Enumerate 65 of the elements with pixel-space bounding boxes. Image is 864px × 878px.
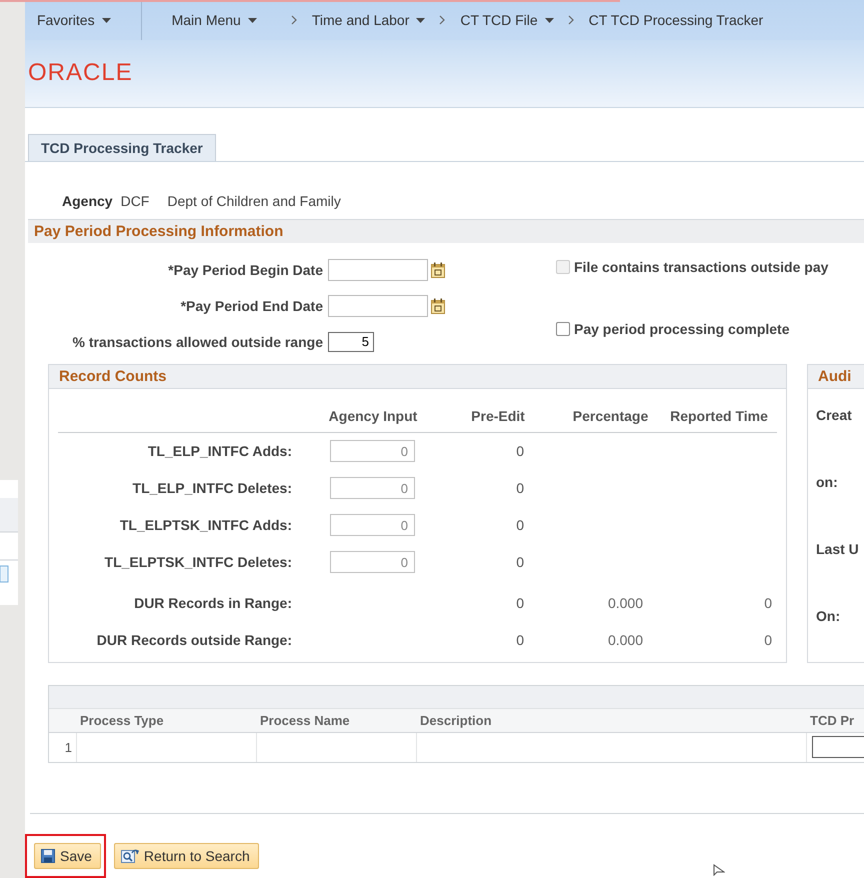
column-header: Pre-Edit [470, 408, 526, 424]
search-icon [120, 848, 139, 864]
table-cell: 0 [516, 443, 524, 460]
logo: ORACLE [28, 59, 133, 88]
table-cell: 0.000 [608, 595, 644, 612]
toolbar-button[interactable]: Save [34, 842, 101, 869]
row-label: DUR Records outside Range: [96, 632, 293, 648]
chevron-icon [290, 15, 298, 25]
checkbox-label: File contains transactions outside pay [574, 258, 828, 275]
table-cell: 0 [516, 480, 524, 496]
row-label: TL_ELPTSK_INTFC Deletes: [104, 554, 293, 570]
input-field[interactable] [812, 736, 864, 758]
column-header: Description [419, 712, 493, 728]
section-header: Pay Period Processing Information [28, 218, 864, 243]
column-header: Process Type [79, 712, 165, 728]
row-number: 1 [64, 740, 72, 755]
date-field[interactable] [328, 258, 428, 281]
row-label: TL_ELP_INTFC Adds: [146, 443, 293, 460]
column-header: TCD Pr [809, 712, 856, 728]
number-field[interactable]: 5 [328, 332, 374, 352]
toolbar-button[interactable]: Return to Search [114, 842, 259, 869]
agency-code: DCF [120, 193, 150, 210]
chevron-icon [568, 15, 575, 25]
field-label: Creat [816, 406, 853, 425]
field-label: On: [816, 608, 842, 626]
menu-link[interactable]: Main Menu [172, 12, 257, 28]
table-cell: 0 [516, 517, 524, 534]
field-label: *Pay Period Begin Date [167, 262, 324, 278]
save-icon [41, 848, 55, 863]
column-header: Agency Input [328, 408, 418, 424]
calendar-icon[interactable] [431, 262, 445, 278]
column-header: Reported Time [669, 408, 769, 424]
panel-title: Record Counts [49, 364, 786, 389]
table-cell: 0 [516, 632, 524, 648]
count-field[interactable]: 0 [330, 514, 415, 536]
row-label: TL_ELPTSK_INTFC Adds: [118, 517, 293, 534]
agency-name: Dept of Children and Family [167, 193, 341, 210]
field-label: Last U [816, 540, 859, 559]
date-field[interactable] [328, 294, 428, 317]
table-cell: 0 [516, 595, 524, 612]
row-label: DUR Records in Range: [133, 595, 293, 612]
field-label: % transactions allowed outside range [71, 334, 324, 350]
menu-link[interactable]: Favorites [37, 12, 111, 28]
table-cell: 0 [764, 632, 772, 648]
column-header: Process Name [259, 712, 351, 728]
calendar-icon[interactable] [431, 298, 445, 314]
checkbox[interactable] [556, 322, 570, 336]
chevron-icon [439, 15, 446, 25]
panel-title: Audi [808, 364, 864, 389]
menu-link[interactable]: CT TCD Processing Tracker [588, 12, 764, 28]
table-cell: 0 [764, 595, 772, 612]
table-cell: 0 [516, 554, 524, 570]
table-cell: 0.000 [608, 632, 644, 648]
menu-link[interactable]: Time and Labor [312, 12, 426, 28]
field-label: Agency [62, 193, 113, 210]
tab[interactable]: TCD Processing Tracker [28, 134, 216, 161]
checkbox-label: Pay period processing complete [574, 320, 790, 337]
count-field[interactable]: 0 [330, 440, 415, 462]
column-header: Percentage [572, 408, 650, 424]
row-label: TL_ELP_INTFC Deletes: [132, 480, 293, 496]
field-label: on: [816, 474, 839, 492]
menu-link[interactable]: CT TCD File [460, 12, 554, 28]
count-field[interactable]: 0 [330, 477, 415, 500]
field-label: *Pay Period End Date [180, 298, 324, 314]
count-field[interactable]: 0 [330, 551, 415, 574]
